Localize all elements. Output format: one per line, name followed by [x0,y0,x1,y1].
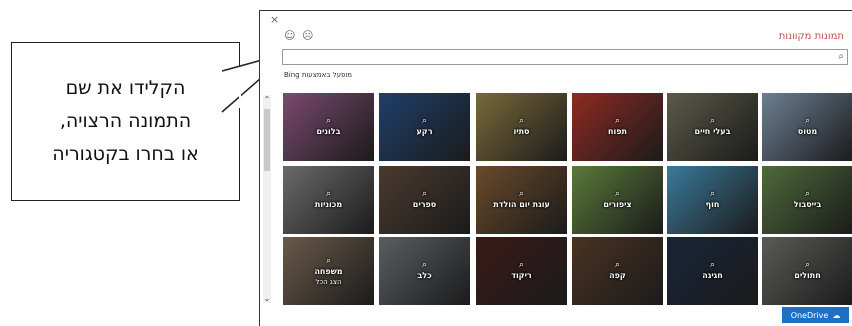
scrollbar-thumb[interactable] [264,109,270,171]
category-tile[interactable]: ⌕ ספרים [379,166,470,234]
online-pictures-dialog: × ☺ ☹ תמונות מקוונות ⌕ מופעל באמצעות Bin… [259,10,852,326]
category-tile[interactable]: ⌕ ריקוד [476,237,567,305]
frown-feedback-icon[interactable]: ☹ [302,30,313,42]
category-label: ריקוד [511,271,532,280]
search-icon: ⌕ [325,255,332,266]
category-label: תפוח [608,127,627,136]
search-icon: ⌕ [518,260,525,270]
search-icon: ⌕ [614,260,621,270]
category-label: סתיו [513,127,530,136]
search-icon: ⌕ [421,260,428,270]
show-all-link[interactable]: הצג הכל [315,278,341,287]
scroll-up-icon[interactable]: ⌃ [263,95,271,104]
scrollbar[interactable]: ⌃ ⌄ [263,95,271,303]
category-label: ספרים [412,200,437,209]
search-icon: ⌕ [804,116,811,126]
search-icon: ⌕ [325,189,332,199]
category-tile[interactable]: ⌕ עוגת יום הולדת [476,166,567,234]
search-input[interactable] [283,55,831,69]
category-label: רקע [416,127,433,136]
category-label: מכוניות [314,200,343,209]
category-tile[interactable]: ⌕ בעלי חיים [667,93,758,161]
category-label: בלונים [316,127,341,136]
category-tile[interactable]: ⌕ קפה [572,237,663,305]
category-tile[interactable]: ⌕ חוף [667,166,758,234]
search-icon: ⌕ [518,189,525,199]
search-icon: ⌕ [518,116,525,126]
search-icon: ⌕ [421,116,428,126]
bing-attribution: מופעל באמצעות Bing [284,71,353,79]
search-icon: ⌕ [325,116,332,126]
category-tile[interactable]: ⌕ תפוח [572,93,663,161]
category-label: משפחה [314,266,343,276]
category-label: ציפורים [603,200,632,209]
callout-text: הקלידו את שם התמונה הרצויה, או בחרו בקטג… [52,77,199,165]
category-label: חוף [705,200,720,209]
category-tile[interactable]: ⌕ משפחה הצג הכל [283,237,374,305]
category-tile[interactable]: ⌕ כלב [379,237,470,305]
search-icon: ⌕ [709,116,716,126]
instruction-callout: הקלידו את שם התמונה הרצויה, או בחרו בקטג… [11,42,240,201]
search-icon: ⌕ [709,260,716,270]
category-label: עוגת יום הולדת [493,200,550,209]
smile-feedback-icon[interactable]: ☺ [284,30,295,42]
search-icon: ⌕ [614,116,621,126]
category-tile[interactable]: ⌕ ציפורים [572,166,663,234]
category-label: חתולים [794,271,821,280]
close-icon[interactable]: × [270,14,279,25]
category-tile[interactable]: ⌕ רקע [379,93,470,161]
category-label: קפה [609,271,626,280]
category-tile[interactable]: ⌕ בלונים [283,93,374,161]
category-tile[interactable]: ⌕ חגיגה [667,237,758,305]
search-icon: ⌕ [804,260,811,270]
category-tile[interactable]: ⌕ מטוס [762,93,852,161]
cloud-icon: ☁ [832,310,841,320]
onedrive-label: OneDrive [790,310,829,320]
category-tile[interactable]: ⌕ בייסבול [762,166,852,234]
search-icon: ⌕ [804,189,811,199]
search-icon[interactable]: ⌕ [838,51,844,62]
category-tile[interactable]: ⌕ חתולים [762,237,852,305]
category-tile[interactable]: ⌕ מכוניות [283,166,374,234]
search-icon: ⌕ [421,189,428,199]
scroll-down-icon[interactable]: ⌄ [263,294,271,303]
search-box: ⌕ [282,49,848,69]
category-label: מטוס [797,127,818,136]
category-label: בייסבול [793,200,822,209]
search-icon: ⌕ [709,189,716,199]
category-tile[interactable]: ⌕ סתיו [476,93,567,161]
category-label: כלב [417,271,432,280]
category-label: בעלי חיים [694,127,731,136]
onedrive-button[interactable]: OneDrive ☁ [782,307,849,323]
search-icon: ⌕ [614,189,621,199]
dialog-title: תמונות מקוונות [778,31,844,42]
category-label: חגיגה [702,271,723,280]
